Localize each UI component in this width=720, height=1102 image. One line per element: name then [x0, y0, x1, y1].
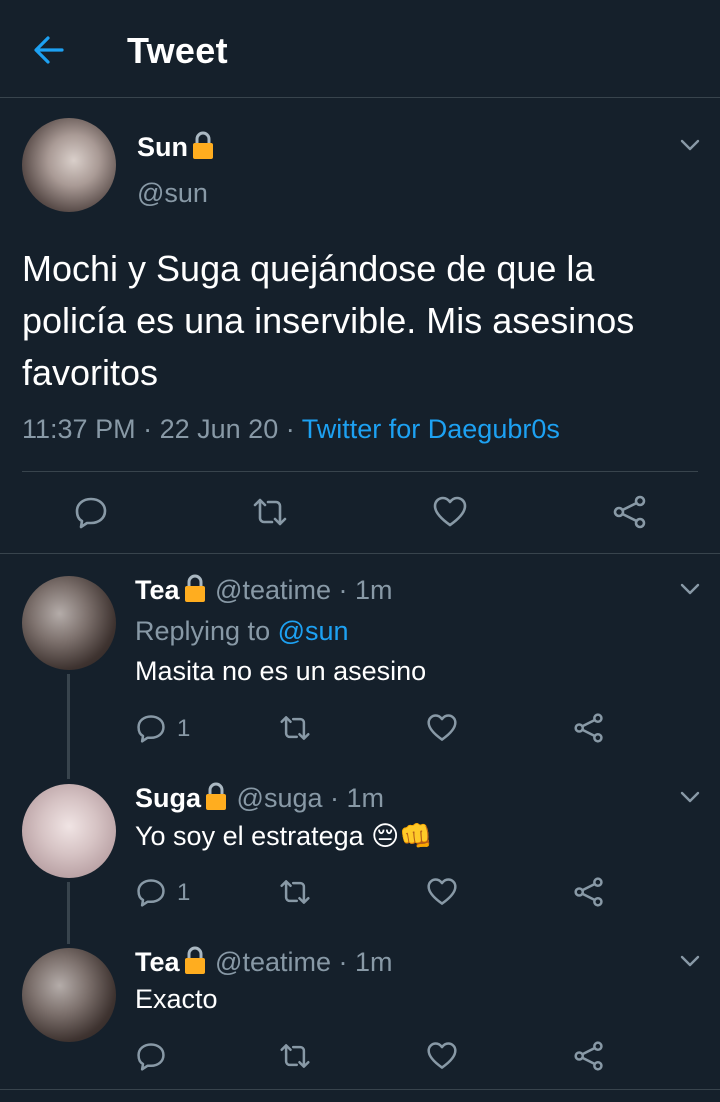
retweet-icon[interactable]: [279, 1040, 311, 1072]
lock-icon: [182, 573, 208, 603]
like-icon[interactable]: [432, 494, 468, 530]
chevron-down-icon[interactable]: [680, 582, 700, 596]
separator: ·: [330, 783, 340, 813]
divider: [22, 471, 698, 472]
like-icon[interactable]: [426, 712, 458, 744]
tweet-time: 11:37 PM: [22, 414, 136, 444]
separator: ·: [338, 947, 348, 977]
author-handle[interactable]: @sun: [137, 178, 208, 209]
author-name[interactable]: Sun: [137, 130, 216, 163]
reply-time: 1m: [355, 947, 393, 977]
thread-line: [67, 674, 70, 779]
tweet-source-link[interactable]: Twitter for Daegubr0s: [302, 414, 560, 444]
replying-to-label: Replying to: [135, 616, 271, 646]
share-icon[interactable]: [573, 712, 605, 744]
separator: ·: [285, 414, 295, 444]
chevron-down-icon[interactable]: [680, 138, 700, 152]
replying-to-link[interactable]: @sun: [278, 616, 349, 646]
separator: ·: [338, 575, 348, 605]
reply-count: 1: [177, 879, 191, 906]
divider: [0, 1089, 720, 1090]
reply-header: Tea @teatime · 1m: [135, 573, 393, 606]
reply-icon[interactable]: [135, 712, 167, 744]
author-name-text: Sun: [137, 132, 188, 162]
lock-icon: [182, 945, 208, 975]
reply-header: Tea @teatime · 1m: [135, 945, 393, 978]
retweet-icon[interactable]: [279, 876, 311, 908]
reply-author-handle[interactable]: @teatime: [215, 575, 331, 605]
reply-icon[interactable]: [73, 494, 109, 530]
tweet-text: Mochi y Suga quejándose de que la policí…: [22, 248, 635, 393]
reply-author-handle[interactable]: @teatime: [215, 947, 331, 977]
reply-count: 1: [177, 715, 191, 742]
reply-text: Exacto: [135, 984, 218, 1014]
share-icon[interactable]: [573, 876, 605, 908]
like-icon[interactable]: [426, 876, 458, 908]
avatar[interactable]: [22, 948, 116, 1042]
page-title: Tweet: [127, 30, 228, 71]
reply-author-name[interactable]: Tea: [135, 575, 180, 605]
reply-header: Suga @suga · 1m: [135, 781, 384, 814]
replying-to: Replying to @sun: [135, 616, 349, 647]
tweet-meta: 11:37 PM · 22 Jun 20 · Twitter for Daegu…: [22, 414, 560, 445]
avatar[interactable]: [22, 576, 116, 670]
lock-icon: [203, 781, 229, 811]
lock-icon: [190, 130, 216, 160]
like-icon[interactable]: [426, 1040, 458, 1072]
divider: [0, 553, 720, 554]
reply-text: Masita no es un asesino: [135, 656, 427, 686]
share-icon[interactable]: [573, 1040, 605, 1072]
reply-time: 1m: [355, 575, 393, 605]
tweet-date: 22 Jun 20: [159, 414, 279, 444]
retweet-icon[interactable]: [279, 712, 311, 744]
reply-time: 1m: [346, 783, 385, 813]
share-icon[interactable]: [612, 494, 648, 530]
thread-line: [67, 882, 70, 944]
chevron-down-icon[interactable]: [680, 954, 700, 968]
reply-icon[interactable]: [135, 1040, 167, 1072]
avatar[interactable]: [22, 118, 116, 212]
reply-author-handle[interactable]: @suga: [237, 783, 323, 813]
avatar[interactable]: [22, 784, 116, 878]
top-bar: Tweet: [0, 0, 720, 98]
back-arrow-icon[interactable]: [32, 34, 66, 66]
reply-icon[interactable]: [135, 876, 167, 908]
reply-author-name[interactable]: Tea: [135, 947, 180, 977]
separator: ·: [143, 414, 153, 444]
reply-author-name[interactable]: Suga: [135, 783, 201, 813]
chevron-down-icon[interactable]: [680, 790, 700, 804]
retweet-icon[interactable]: [252, 494, 288, 530]
reply-text: Yo soy el estratega 😔👊: [135, 821, 433, 851]
